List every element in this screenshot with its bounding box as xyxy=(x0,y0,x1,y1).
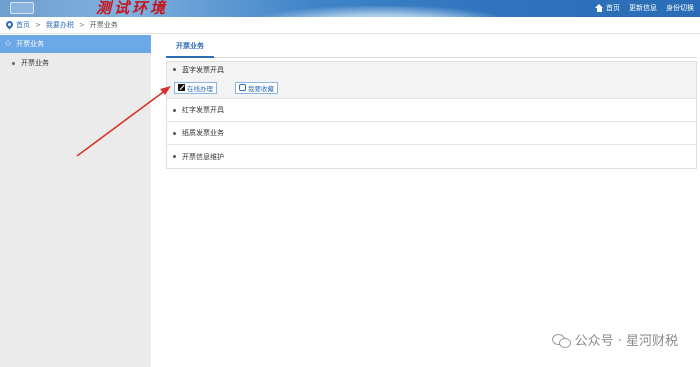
home-link-label: 首页 xyxy=(606,4,620,12)
list-item-invoice-info[interactable]: 开票信息维护 xyxy=(167,145,696,168)
update-info-link[interactable]: 更新信息 xyxy=(629,3,657,13)
list-item-blue-invoice[interactable]: 蓝字发票开具 xyxy=(167,62,696,77)
watermark: 公众号 · 星河财税 xyxy=(551,330,678,349)
watermark-text: 公众号 · 星河财税 xyxy=(574,334,678,349)
online-handle-button[interactable]: 在线办理 xyxy=(174,81,217,94)
bullet-icon xyxy=(173,108,176,112)
list-item-label: 纸质发票业务 xyxy=(182,129,224,137)
home-link[interactable]: 首页 xyxy=(595,3,620,13)
tab-invoicing[interactable]: 开票业务 xyxy=(166,36,214,58)
main-content: 开票业务 蓝字发票开具 在线办理 我要收藏 红字发票开具 纸质发票业务 开票信息… xyxy=(166,36,697,346)
breadcrumb: 首页 > 我要办税 > 开票业务 xyxy=(0,17,700,34)
site-title: 测试环境 xyxy=(96,0,169,17)
bookmark-icon xyxy=(239,84,246,91)
top-links: 首页 更新信息 身份切换 xyxy=(595,3,694,13)
top-banner: 测试环境 首页 更新信息 身份切换 xyxy=(0,0,700,17)
list-item-label: 开票信息维护 xyxy=(182,152,224,161)
sidebar-heading[interactable]: ☆ 开票业务 xyxy=(0,35,151,53)
sidebar-item-invoicing[interactable]: 开票业务 xyxy=(0,53,151,73)
tab-bar: 开票业务 xyxy=(166,36,697,58)
edit-icon xyxy=(178,84,185,91)
service-list: 蓝字发票开具 在线办理 我要收藏 红字发票开具 纸质发票业务 开票信息维护 xyxy=(166,61,697,169)
list-item-label: 红字发票开具 xyxy=(182,106,224,114)
tax-bureau-logo xyxy=(10,2,34,14)
banner-decoration xyxy=(250,6,510,17)
wechat-icon xyxy=(551,332,571,348)
switch-identity-link[interactable]: 身份切换 xyxy=(666,3,694,13)
star-icon: ☆ xyxy=(4,39,13,49)
bullet-icon xyxy=(12,61,15,65)
bullet-icon xyxy=(173,131,176,135)
bullet-icon xyxy=(173,68,176,71)
sidebar-item-label: 开票业务 xyxy=(21,59,49,67)
favorite-button[interactable]: 我要收藏 xyxy=(235,81,278,94)
blue-invoice-actions: 在线办理 我要收藏 xyxy=(167,77,696,99)
favorite-label: 我要收藏 xyxy=(248,84,274,93)
bullet-icon xyxy=(173,155,176,158)
breadcrumb-separator: > xyxy=(35,21,41,29)
breadcrumb-separator: > xyxy=(78,21,85,29)
breadcrumb-home[interactable]: 首页 xyxy=(16,20,30,30)
location-pin-icon xyxy=(6,21,13,29)
sidebar-heading-label: 开票业务 xyxy=(16,40,45,48)
breadcrumb-current: 开票业务 xyxy=(89,21,118,29)
list-item-paper-invoice[interactable]: 纸质发票业务 xyxy=(167,122,696,145)
list-item-label: 蓝字发票开具 xyxy=(182,65,224,74)
online-handle-label: 在线办理 xyxy=(187,84,213,93)
home-icon xyxy=(595,4,604,12)
sidebar: ☆ 开票业务 开票业务 xyxy=(0,35,151,367)
list-item-red-invoice[interactable]: 红字发票开具 xyxy=(167,99,696,122)
breadcrumb-tax-handling[interactable]: 我要办税 xyxy=(46,20,74,30)
